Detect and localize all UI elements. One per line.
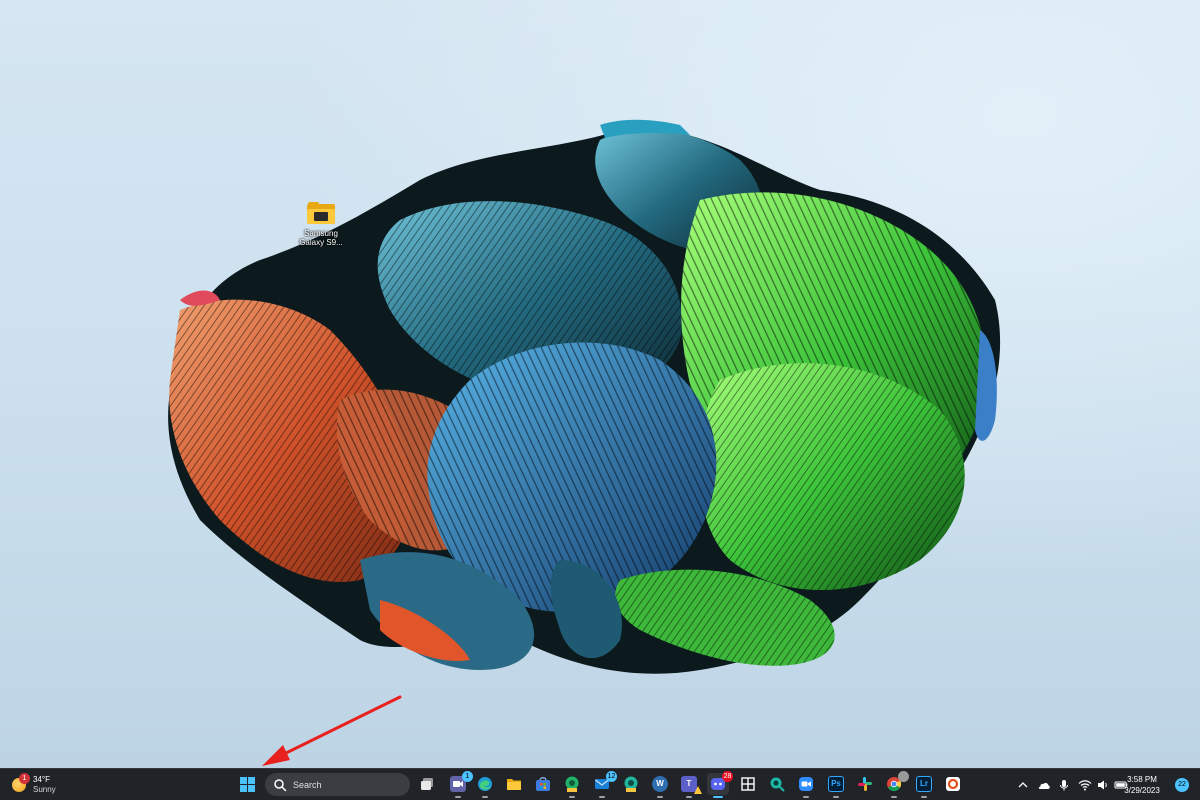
taskbar-app-search-tool[interactable] <box>766 773 788 795</box>
clock-date: 3/29/2023 <box>1124 786 1160 795</box>
magnifier-app-icon <box>770 777 785 792</box>
taskbar-app-task-view[interactable] <box>416 773 438 795</box>
taskbar-app-edge[interactable] <box>474 773 496 798</box>
slack-icon <box>858 777 872 791</box>
taskbar-app-wordpress[interactable]: W <box>649 773 671 798</box>
desktop-folder-label: Samsung Galaxy S9... <box>299 229 343 247</box>
running-indicator <box>891 796 897 798</box>
running-indicator <box>455 796 461 798</box>
sun-icon: 1 <box>12 773 30 792</box>
taskbar-app-slack[interactable] <box>854 773 876 795</box>
weather-badge: 1 <box>19 773 30 784</box>
edge-icon <box>478 777 492 791</box>
folder-icon <box>307 202 335 224</box>
mail-badge: 12 <box>606 771 617 782</box>
discord-badge: 28 <box>722 771 733 782</box>
running-indicator <box>713 796 723 798</box>
lightroom-icon: Lr <box>916 776 932 792</box>
grid-app-icon <box>741 777 755 791</box>
weather-widget[interactable]: 1 34°F Sunny <box>12 772 56 798</box>
taskbar-app-zoom[interactable] <box>795 773 817 798</box>
warning-icon <box>694 786 702 794</box>
search-placeholder: Search <box>293 779 322 790</box>
speaker-icon[interactable] <box>1096 778 1110 792</box>
search-icon <box>274 778 287 791</box>
wifi-icon[interactable] <box>1078 778 1092 792</box>
edge-dev-icon <box>565 776 579 792</box>
microphone-icon[interactable] <box>1057 778 1071 792</box>
zoom-icon <box>799 777 813 791</box>
taskbar-app-discord[interactable]: 28 <box>707 771 733 798</box>
onedrive-icon[interactable] <box>1037 778 1051 792</box>
taskbar-app-ring[interactable] <box>942 773 964 795</box>
taskbar-app-edge-dev[interactable] <box>561 773 583 798</box>
folder-icon <box>507 779 521 790</box>
running-indicator <box>833 796 839 798</box>
store-icon <box>536 777 550 791</box>
running-indicator <box>599 796 605 798</box>
edge-canary-icon <box>624 776 638 792</box>
weather-condition: Sunny <box>33 785 56 794</box>
task-view-icon <box>421 778 433 790</box>
taskbar-app-lightroom[interactable]: Lr <box>913 773 935 798</box>
taskbar-app-microsoft-store[interactable] <box>532 773 554 795</box>
chevron-up-icon[interactable] <box>1016 778 1030 792</box>
taskbar-app-chrome[interactable] <box>883 771 909 798</box>
taskbar-app-edge-canary[interactable] <box>620 773 642 795</box>
running-indicator <box>803 796 809 798</box>
taskbar-app-pane[interactable] <box>737 773 759 795</box>
taskbar-app-photoshop[interactable]: Ps <box>825 773 847 798</box>
taskbar: 1 34°F Sunny Search 1 12 W T 28 Ps Lr 3:… <box>0 768 1200 800</box>
running-indicator <box>482 796 488 798</box>
search-box[interactable]: Search <box>265 773 410 796</box>
running-indicator <box>686 796 692 798</box>
chrome-profile-badge <box>898 771 909 782</box>
system-clock[interactable]: 3:58 PM 3/29/2023 <box>1118 774 1166 796</box>
photoshop-icon: Ps <box>828 776 844 792</box>
taskbar-app-teams-chat[interactable]: 1 <box>447 771 473 798</box>
desktop[interactable]: Samsung Galaxy S9... <box>0 0 1200 768</box>
running-indicator <box>921 796 927 798</box>
ring-app-icon <box>946 777 960 791</box>
weather-temperature: 34°F <box>33 775 50 784</box>
running-indicator <box>657 796 663 798</box>
taskbar-app-teams[interactable]: T <box>678 773 702 798</box>
wallpaper-image <box>0 0 1200 768</box>
start-button[interactable] <box>240 777 256 793</box>
desktop-folder-item[interactable]: Samsung Galaxy S9... <box>296 202 346 247</box>
teams-chat-badge: 1 <box>462 771 473 782</box>
running-indicator <box>569 796 575 798</box>
clock-time: 3:58 PM <box>1127 775 1157 784</box>
wordpress-icon: W <box>652 776 668 792</box>
taskbar-app-file-explorer[interactable] <box>503 773 525 795</box>
notification-center-badge[interactable]: 22 <box>1175 778 1189 792</box>
taskbar-app-mail[interactable]: 12 <box>591 771 617 798</box>
